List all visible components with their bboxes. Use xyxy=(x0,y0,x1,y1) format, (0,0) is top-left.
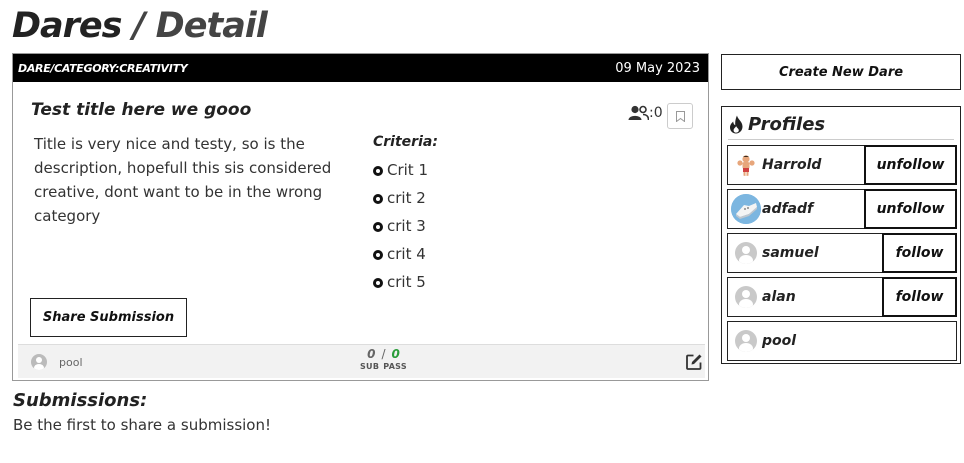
profile-name: Harrold xyxy=(762,157,822,173)
users-icon xyxy=(628,105,649,121)
page-title: Dares / Detail xyxy=(12,6,268,46)
user-avatar-icon xyxy=(735,286,757,308)
profiles-title: Profiles xyxy=(748,114,826,135)
profile-name: samuel xyxy=(762,245,819,261)
criteria-item-label: crit 3 xyxy=(387,217,426,235)
follow-button[interactable]: follow xyxy=(882,233,957,273)
criteria-item-label: Crit 1 xyxy=(387,161,429,179)
bullet-icon xyxy=(373,278,383,288)
bullet-icon xyxy=(373,166,383,176)
dare-date: 09 May 2023 xyxy=(615,60,700,76)
profiles-header: Profiles xyxy=(729,114,825,135)
create-dare-button[interactable]: Create New Dare xyxy=(721,54,961,90)
profile-item[interactable]: samuel follow xyxy=(727,233,957,273)
criteria-list: Criteria: Crit 1 crit 2 crit 3 crit 4 cr… xyxy=(373,134,438,296)
profile-name: pool xyxy=(762,333,797,349)
user-avatar-icon xyxy=(735,154,757,176)
participants-count-value: :0 xyxy=(649,105,663,121)
sub-label: SUB xyxy=(360,362,380,371)
criteria-item: crit 4 xyxy=(373,240,438,268)
dare-category[interactable]: DARE/CATEGORY:CREATIVITY xyxy=(18,62,188,75)
page-title-sub: / Detail xyxy=(121,6,268,46)
criteria-item-label: crit 5 xyxy=(387,273,426,291)
dare-card-header: DARE/CATEGORY:CREATIVITY 09 May 2023 xyxy=(13,54,708,82)
fire-icon xyxy=(730,115,743,134)
profiles-divider xyxy=(728,139,954,140)
criteria-item-label: crit 4 xyxy=(387,245,426,263)
profile-item[interactable]: Harrold unfollow xyxy=(727,145,957,185)
bullet-icon xyxy=(373,222,383,232)
dare-card-footer: pool 0 / 0 SUB PASS xyxy=(18,344,705,378)
submission-stats: 0 / 0 SUB PASS xyxy=(358,347,409,371)
criteria-title: Criteria: xyxy=(373,134,438,150)
bookmark-button[interactable] xyxy=(667,103,693,129)
profile-name: alan xyxy=(762,289,796,305)
profile-name: adfadf xyxy=(762,201,814,217)
criteria-item: crit 3 xyxy=(373,212,438,240)
submissions-title: Submissions: xyxy=(13,390,148,411)
dare-author[interactable]: pool xyxy=(31,354,83,370)
stats-separator: / xyxy=(381,347,386,361)
profile-item[interactable]: pool xyxy=(727,321,957,361)
user-avatar-icon xyxy=(735,242,757,264)
profile-item[interactable]: adfadf unfollow xyxy=(727,189,957,229)
pass-label: PASS xyxy=(383,362,407,371)
user-avatar-icon xyxy=(735,330,757,352)
submissions-count: 0 xyxy=(367,347,376,361)
user-avatar-icon xyxy=(731,194,761,224)
share-submission-button[interactable]: Share Submission xyxy=(30,298,187,337)
criteria-item: Crit 1 xyxy=(373,156,438,184)
user-avatar-icon xyxy=(31,354,47,370)
criteria-item: crit 5 xyxy=(373,268,438,296)
dare-author-name: pool xyxy=(59,355,83,369)
edit-icon[interactable] xyxy=(686,353,703,370)
criteria-item-label: crit 2 xyxy=(387,189,426,207)
bookmark-icon xyxy=(675,110,685,122)
unfollow-button[interactable]: unfollow xyxy=(864,145,957,185)
unfollow-button[interactable]: unfollow xyxy=(864,189,957,229)
participants-count: :0 xyxy=(628,105,663,121)
dare-description: Title is very nice and testy, so is the … xyxy=(34,135,332,225)
page-title-main: Dares xyxy=(12,6,123,46)
dare-card: DARE/CATEGORY:CREATIVITY 09 May 2023 Tes… xyxy=(12,53,709,381)
profile-item[interactable]: alan follow xyxy=(727,277,957,317)
submissions-empty-text: Be the first to share a submission! xyxy=(13,416,272,434)
profiles-panel: Profiles Harrold unfollow adfadf unfollo… xyxy=(721,106,961,364)
criteria-item: crit 2 xyxy=(373,184,438,212)
bullet-icon xyxy=(373,250,383,260)
dare-title: Test title here we gooo xyxy=(31,100,252,120)
pass-count: 0 xyxy=(391,347,400,361)
follow-button[interactable]: follow xyxy=(882,277,957,317)
bullet-icon xyxy=(373,194,383,204)
